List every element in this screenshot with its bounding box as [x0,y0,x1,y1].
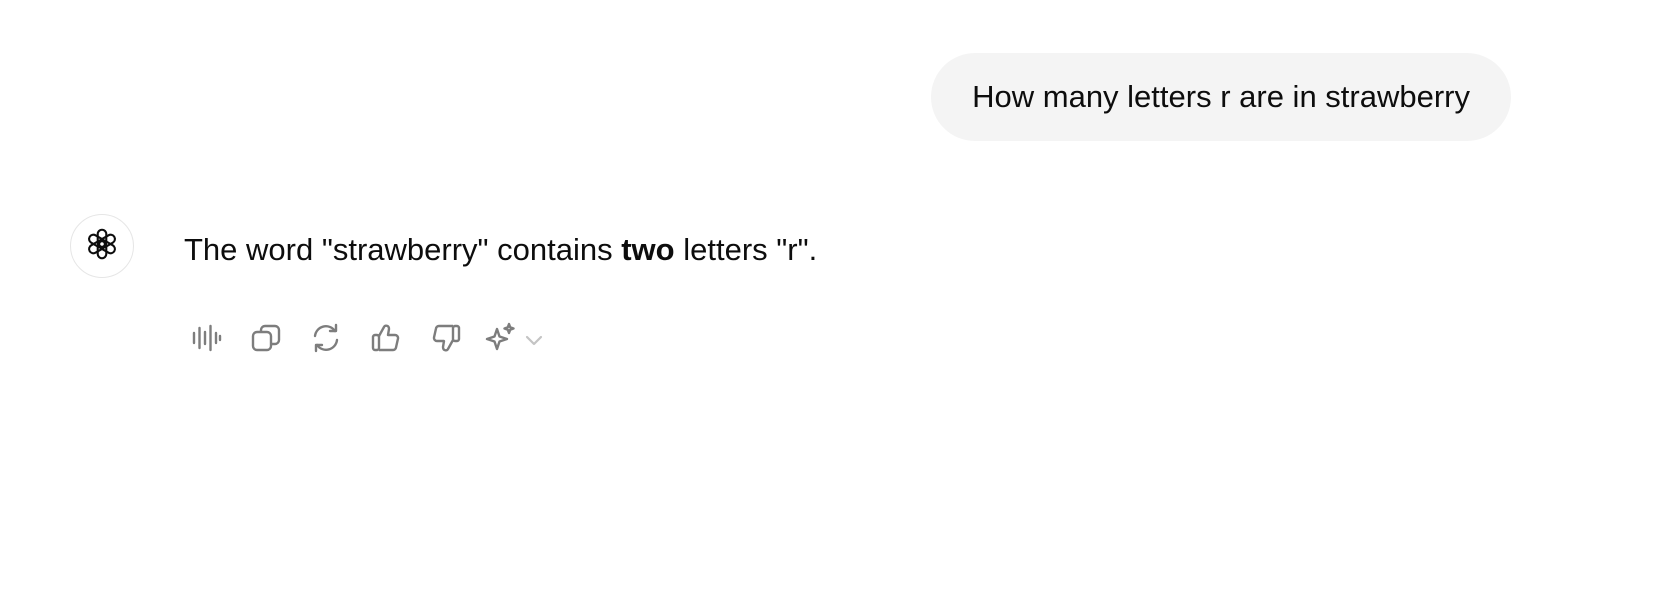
read-aloud-button[interactable] [184,318,228,362]
copy-button[interactable] [244,318,288,362]
thumbs-up-icon [369,321,403,360]
regenerate-button[interactable] [304,318,348,362]
copy-icon [249,321,283,360]
thumbs-up-button[interactable] [364,318,408,362]
assistant-message-text: The word "strawberry" contains two lette… [184,226,817,274]
user-message-text: How many letters r are in strawberry [972,79,1470,114]
read-aloud-icon [189,321,223,360]
sparkle-icon [484,321,518,360]
thumbs-down-button[interactable] [424,318,468,362]
chevron-down-icon [522,328,546,352]
thumbs-down-icon [429,321,463,360]
message-actions [184,318,546,362]
assistant-text-before: The word "strawberry" contains [184,232,622,267]
assistant-text-bold: two [621,232,675,267]
assistant-text-after: letters "r". [674,232,818,267]
regenerate-icon [309,321,343,360]
openai-logo-icon [83,225,121,268]
switch-model-button[interactable] [484,318,546,362]
assistant-avatar [70,214,134,278]
user-message-bubble: How many letters r are in strawberry [931,53,1511,141]
